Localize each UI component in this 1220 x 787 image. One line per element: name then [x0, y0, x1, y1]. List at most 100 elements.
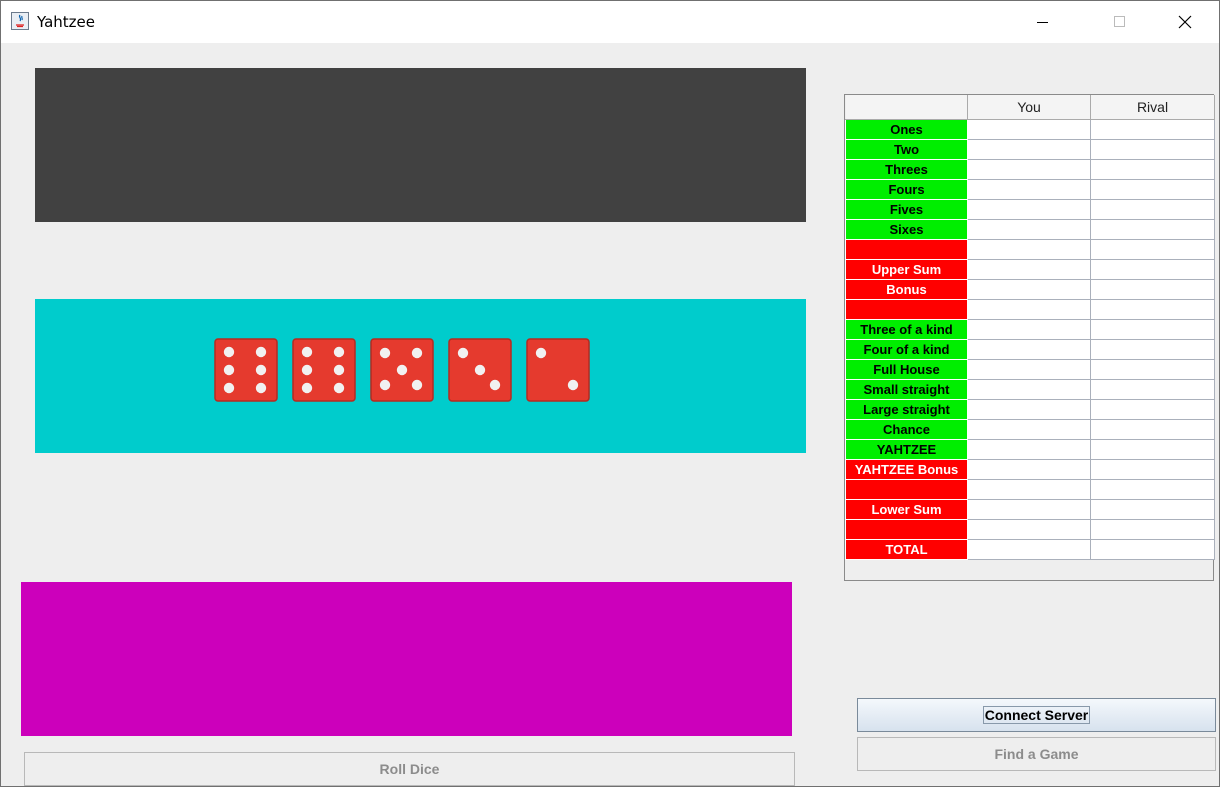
scorecard-you-cell[interactable]: [967, 499, 1091, 520]
top-panel: [35, 68, 806, 222]
scorecard-you-cell[interactable]: [967, 519, 1091, 540]
scorecard-you-cell[interactable]: [967, 159, 1091, 180]
scorecard-row: Small straight: [845, 379, 1215, 400]
find-game-label: Find a Game: [994, 746, 1079, 762]
scorecard-row: Upper Sum: [845, 259, 1215, 280]
die-pip: [535, 347, 547, 359]
scorecard-category-label: Small straight: [845, 379, 968, 400]
scorecard-rival-cell: [1090, 139, 1215, 160]
scorecard-rival-cell: [1090, 319, 1215, 340]
maximize-button[interactable]: [1097, 1, 1143, 43]
die-5[interactable]: [526, 338, 590, 402]
scorecard-rival-cell: [1090, 379, 1215, 400]
scorecard-rival-cell: [1090, 159, 1215, 180]
scorecard-rival-cell: [1090, 339, 1215, 360]
close-button[interactable]: [1162, 1, 1208, 43]
scorecard-row: Threes: [845, 159, 1215, 180]
die-pip: [396, 364, 408, 376]
die-pip: [457, 347, 469, 359]
scorecard-category-label: Fours: [845, 179, 968, 200]
scorecard-row: Sixes: [845, 219, 1215, 240]
die-pip: [301, 364, 313, 376]
scorecard-you-cell[interactable]: [967, 139, 1091, 160]
scorecard-you-cell[interactable]: [967, 359, 1091, 380]
scorecard-you-cell[interactable]: [967, 219, 1091, 240]
scorecard-row: Full House: [845, 359, 1215, 380]
scorecard-category-label: YAHTZEE: [845, 439, 968, 460]
die-pip: [489, 379, 501, 391]
scorecard-row: YAHTZEE Bonus: [845, 459, 1215, 480]
scorecard-you-cell[interactable]: [967, 399, 1091, 420]
scorecard-row: Chance: [845, 419, 1215, 440]
scorecard-rival-cell: [1090, 179, 1215, 200]
scorecard-category-label: TOTAL: [845, 539, 968, 560]
die-pip: [379, 347, 391, 359]
scorecard-rival-cell: [1090, 199, 1215, 220]
scorecard-row: Bonus: [845, 279, 1215, 300]
scorecard-you-cell[interactable]: [967, 339, 1091, 360]
scorecard-you-cell[interactable]: [967, 179, 1091, 200]
scorecard-row: [845, 299, 1215, 320]
scorecard-category-label: Large straight: [845, 399, 968, 420]
die-pip: [567, 379, 579, 391]
scorecard-category-label: YAHTZEE Bonus: [845, 459, 968, 480]
maximize-icon: [1114, 16, 1125, 27]
scorecard-category-label: Threes: [845, 159, 968, 180]
scorecard-category-label: [845, 299, 968, 320]
scorecard-you-cell[interactable]: [967, 239, 1091, 260]
die-1[interactable]: [214, 338, 278, 402]
scorecard-category-label: [845, 479, 968, 500]
scorecard-rival-cell: [1090, 299, 1215, 320]
die-pip: [223, 364, 235, 376]
scorecard-rival-cell: [1090, 479, 1215, 500]
find-game-button[interactable]: Find a Game: [857, 737, 1216, 771]
connect-server-button[interactable]: Connect Server: [857, 698, 1216, 732]
app-window: Yahtzee You Rival Ones Two Threes Fours Five…: [0, 0, 1220, 787]
scorecard-rival-cell: [1090, 519, 1215, 540]
scorecard-you-cell[interactable]: [967, 259, 1091, 280]
scorecard-you-cell[interactable]: [967, 439, 1091, 460]
scorecard-category-label: Full House: [845, 359, 968, 380]
scorecard-category-label: Fives: [845, 199, 968, 220]
scorecard-rival-cell: [1090, 439, 1215, 460]
scorecard-header-rival: Rival: [1090, 95, 1215, 120]
scorecard-you-cell[interactable]: [967, 119, 1091, 140]
scorecard-row: [845, 479, 1215, 500]
roll-dice-label: Roll Dice: [379, 761, 440, 777]
die-pip: [255, 382, 267, 394]
die-pip: [223, 382, 235, 394]
scorecard-category-label: Ones: [845, 119, 968, 140]
scorecard-you-cell[interactable]: [967, 199, 1091, 220]
scorecard-you-cell[interactable]: [967, 539, 1091, 560]
scorecard-category-label: Lower Sum: [845, 499, 968, 520]
close-icon: [1178, 15, 1192, 29]
scorecard-category-label: Two: [845, 139, 968, 160]
scorecard-category-label: Chance: [845, 419, 968, 440]
scorecard-rival-cell: [1090, 279, 1215, 300]
scorecard-you-cell[interactable]: [967, 379, 1091, 400]
scorecard-header-category: [845, 95, 968, 120]
bottom-panel: [21, 582, 792, 736]
scorecard-you-cell[interactable]: [967, 279, 1091, 300]
die-pip: [255, 346, 267, 358]
scorecard-you-cell[interactable]: [967, 459, 1091, 480]
scorecard-row: Large straight: [845, 399, 1215, 420]
scorecard-rival-cell: [1090, 419, 1215, 440]
window-title: Yahtzee: [37, 13, 96, 31]
minimize-button[interactable]: [1020, 1, 1066, 43]
scorecard-rival-cell: [1090, 219, 1215, 240]
scorecard-rival-cell: [1090, 539, 1215, 560]
die-2[interactable]: [292, 338, 356, 402]
scorecard-row: Four of a kind: [845, 339, 1215, 360]
scorecard-you-cell[interactable]: [967, 319, 1091, 340]
die-4[interactable]: [448, 338, 512, 402]
scorecard-you-cell[interactable]: [967, 479, 1091, 500]
roll-dice-button[interactable]: Roll Dice: [24, 752, 795, 786]
scorecard-category-label: Upper Sum: [845, 259, 968, 280]
scorecard-row: [845, 239, 1215, 260]
scorecard-you-cell[interactable]: [967, 299, 1091, 320]
scorecard-you-cell[interactable]: [967, 419, 1091, 440]
die-3[interactable]: [370, 338, 434, 402]
die-pip: [301, 346, 313, 358]
die-pip: [255, 364, 267, 376]
